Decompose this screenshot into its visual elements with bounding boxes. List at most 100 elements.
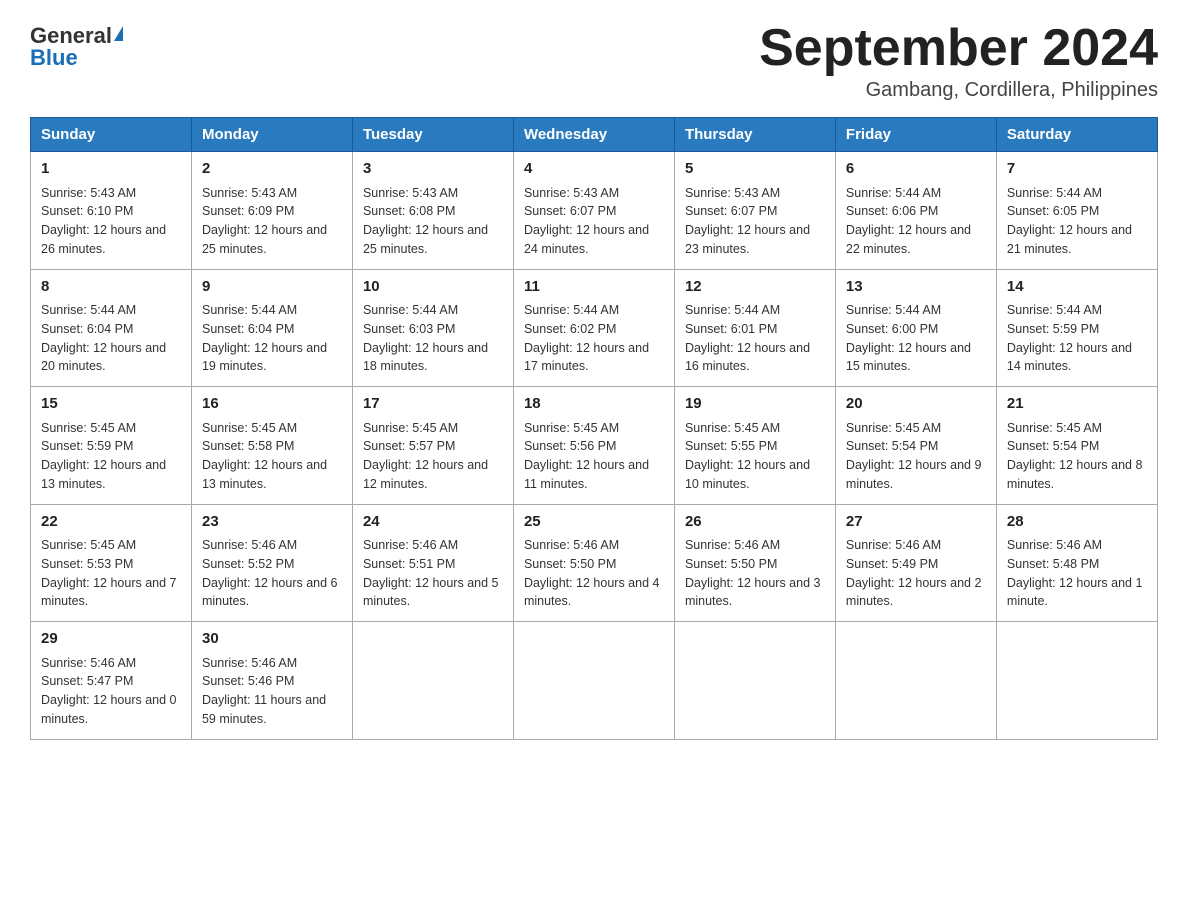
day-number: 28: [1007, 511, 1147, 534]
day-number: 4: [524, 158, 664, 181]
calendar-cell: [513, 622, 674, 740]
header-monday: Monday: [191, 118, 352, 152]
day-info: Sunrise: 5:46 AM Sunset: 5:50 PM Dayligh…: [524, 538, 660, 608]
logo-general-text: General: [30, 25, 112, 47]
week-row-1: 1 Sunrise: 5:43 AM Sunset: 6:10 PM Dayli…: [31, 152, 1158, 270]
day-number: 15: [41, 393, 181, 416]
calendar-cell: 14 Sunrise: 5:44 AM Sunset: 5:59 PM Dayl…: [996, 269, 1157, 387]
calendar-cell: 3 Sunrise: 5:43 AM Sunset: 6:08 PM Dayli…: [352, 152, 513, 270]
day-number: 25: [524, 511, 664, 534]
calendar-cell: 21 Sunrise: 5:45 AM Sunset: 5:54 PM Dayl…: [996, 387, 1157, 505]
day-info: Sunrise: 5:46 AM Sunset: 5:47 PM Dayligh…: [41, 656, 177, 726]
week-row-3: 15 Sunrise: 5:45 AM Sunset: 5:59 PM Dayl…: [31, 387, 1158, 505]
header-row: Sunday Monday Tuesday Wednesday Thursday…: [31, 118, 1158, 152]
calendar-cell: 15 Sunrise: 5:45 AM Sunset: 5:59 PM Dayl…: [31, 387, 192, 505]
calendar-cell: 19 Sunrise: 5:45 AM Sunset: 5:55 PM Dayl…: [674, 387, 835, 505]
day-number: 9: [202, 276, 342, 299]
calendar-cell: 9 Sunrise: 5:44 AM Sunset: 6:04 PM Dayli…: [191, 269, 352, 387]
calendar-cell: 13 Sunrise: 5:44 AM Sunset: 6:00 PM Dayl…: [835, 269, 996, 387]
title-section: September 2024 Gambang, Cordillera, Phil…: [759, 20, 1158, 102]
day-info: Sunrise: 5:46 AM Sunset: 5:48 PM Dayligh…: [1007, 538, 1143, 608]
day-number: 16: [202, 393, 342, 416]
day-number: 20: [846, 393, 986, 416]
calendar-cell: 18 Sunrise: 5:45 AM Sunset: 5:56 PM Dayl…: [513, 387, 674, 505]
day-number: 18: [524, 393, 664, 416]
day-number: 11: [524, 276, 664, 299]
calendar-cell: 1 Sunrise: 5:43 AM Sunset: 6:10 PM Dayli…: [31, 152, 192, 270]
calendar-cell: 2 Sunrise: 5:43 AM Sunset: 6:09 PM Dayli…: [191, 152, 352, 270]
month-title: September 2024: [759, 20, 1158, 77]
calendar-cell: 17 Sunrise: 5:45 AM Sunset: 5:57 PM Dayl…: [352, 387, 513, 505]
day-number: 7: [1007, 158, 1147, 181]
day-number: 8: [41, 276, 181, 299]
header-thursday: Thursday: [674, 118, 835, 152]
day-info: Sunrise: 5:44 AM Sunset: 6:05 PM Dayligh…: [1007, 186, 1132, 256]
day-info: Sunrise: 5:45 AM Sunset: 5:59 PM Dayligh…: [41, 421, 166, 491]
day-info: Sunrise: 5:45 AM Sunset: 5:58 PM Dayligh…: [202, 421, 327, 491]
day-info: Sunrise: 5:46 AM Sunset: 5:49 PM Dayligh…: [846, 538, 982, 608]
calendar-cell: 11 Sunrise: 5:44 AM Sunset: 6:02 PM Dayl…: [513, 269, 674, 387]
day-info: Sunrise: 5:45 AM Sunset: 5:57 PM Dayligh…: [363, 421, 488, 491]
page-header: General Blue September 2024 Gambang, Cor…: [30, 20, 1158, 102]
day-number: 22: [41, 511, 181, 534]
calendar-header: Sunday Monday Tuesday Wednesday Thursday…: [31, 118, 1158, 152]
calendar-cell: 4 Sunrise: 5:43 AM Sunset: 6:07 PM Dayli…: [513, 152, 674, 270]
day-info: Sunrise: 5:44 AM Sunset: 6:04 PM Dayligh…: [41, 303, 166, 373]
day-info: Sunrise: 5:46 AM Sunset: 5:50 PM Dayligh…: [685, 538, 821, 608]
day-info: Sunrise: 5:46 AM Sunset: 5:51 PM Dayligh…: [363, 538, 499, 608]
day-number: 21: [1007, 393, 1147, 416]
calendar-cell: [674, 622, 835, 740]
calendar-cell: [996, 622, 1157, 740]
calendar-cell: 23 Sunrise: 5:46 AM Sunset: 5:52 PM Dayl…: [191, 504, 352, 622]
week-row-4: 22 Sunrise: 5:45 AM Sunset: 5:53 PM Dayl…: [31, 504, 1158, 622]
logo: General Blue: [30, 25, 123, 69]
calendar-cell: 12 Sunrise: 5:44 AM Sunset: 6:01 PM Dayl…: [674, 269, 835, 387]
header-tuesday: Tuesday: [352, 118, 513, 152]
calendar-cell: 8 Sunrise: 5:44 AM Sunset: 6:04 PM Dayli…: [31, 269, 192, 387]
calendar-cell: 7 Sunrise: 5:44 AM Sunset: 6:05 PM Dayli…: [996, 152, 1157, 270]
calendar-cell: [835, 622, 996, 740]
day-number: 3: [363, 158, 503, 181]
day-number: 23: [202, 511, 342, 534]
day-number: 1: [41, 158, 181, 181]
calendar-cell: 26 Sunrise: 5:46 AM Sunset: 5:50 PM Dayl…: [674, 504, 835, 622]
day-info: Sunrise: 5:45 AM Sunset: 5:53 PM Dayligh…: [41, 538, 177, 608]
day-info: Sunrise: 5:45 AM Sunset: 5:55 PM Dayligh…: [685, 421, 810, 491]
header-saturday: Saturday: [996, 118, 1157, 152]
day-info: Sunrise: 5:44 AM Sunset: 6:06 PM Dayligh…: [846, 186, 971, 256]
calendar-table: Sunday Monday Tuesday Wednesday Thursday…: [30, 117, 1158, 740]
day-info: Sunrise: 5:46 AM Sunset: 5:46 PM Dayligh…: [202, 656, 326, 726]
header-friday: Friday: [835, 118, 996, 152]
day-info: Sunrise: 5:46 AM Sunset: 5:52 PM Dayligh…: [202, 538, 338, 608]
day-info: Sunrise: 5:44 AM Sunset: 5:59 PM Dayligh…: [1007, 303, 1132, 373]
day-info: Sunrise: 5:45 AM Sunset: 5:56 PM Dayligh…: [524, 421, 649, 491]
day-info: Sunrise: 5:45 AM Sunset: 5:54 PM Dayligh…: [1007, 421, 1143, 491]
calendar-cell: 30 Sunrise: 5:46 AM Sunset: 5:46 PM Dayl…: [191, 622, 352, 740]
day-number: 13: [846, 276, 986, 299]
day-number: 26: [685, 511, 825, 534]
day-number: 10: [363, 276, 503, 299]
day-number: 27: [846, 511, 986, 534]
location-text: Gambang, Cordillera, Philippines: [759, 79, 1158, 102]
week-row-5: 29 Sunrise: 5:46 AM Sunset: 5:47 PM Dayl…: [31, 622, 1158, 740]
day-number: 17: [363, 393, 503, 416]
header-wednesday: Wednesday: [513, 118, 674, 152]
header-sunday: Sunday: [31, 118, 192, 152]
day-number: 14: [1007, 276, 1147, 299]
day-number: 2: [202, 158, 342, 181]
calendar-cell: 6 Sunrise: 5:44 AM Sunset: 6:06 PM Dayli…: [835, 152, 996, 270]
calendar-cell: [352, 622, 513, 740]
day-number: 30: [202, 628, 342, 651]
calendar-cell: 10 Sunrise: 5:44 AM Sunset: 6:03 PM Dayl…: [352, 269, 513, 387]
day-info: Sunrise: 5:43 AM Sunset: 6:08 PM Dayligh…: [363, 186, 488, 256]
day-number: 29: [41, 628, 181, 651]
logo-blue-text: Blue: [30, 47, 78, 69]
day-info: Sunrise: 5:44 AM Sunset: 6:04 PM Dayligh…: [202, 303, 327, 373]
logo-triangle-icon: [114, 26, 123, 41]
day-number: 12: [685, 276, 825, 299]
calendar-body: 1 Sunrise: 5:43 AM Sunset: 6:10 PM Dayli…: [31, 152, 1158, 740]
day-info: Sunrise: 5:43 AM Sunset: 6:09 PM Dayligh…: [202, 186, 327, 256]
day-info: Sunrise: 5:44 AM Sunset: 6:00 PM Dayligh…: [846, 303, 971, 373]
calendar-cell: 24 Sunrise: 5:46 AM Sunset: 5:51 PM Dayl…: [352, 504, 513, 622]
day-info: Sunrise: 5:43 AM Sunset: 6:07 PM Dayligh…: [524, 186, 649, 256]
